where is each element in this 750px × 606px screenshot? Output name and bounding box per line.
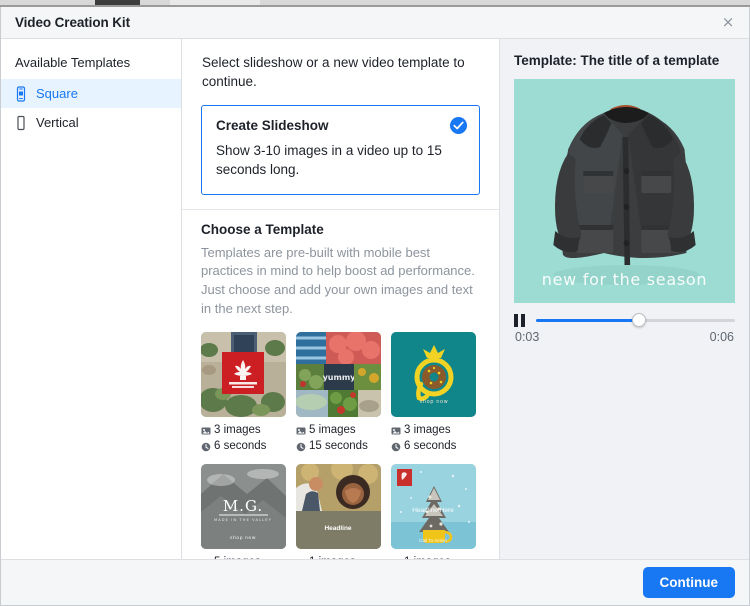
template-thumbnail	[201, 332, 286, 417]
image-icon	[201, 425, 211, 435]
template-grid: 3 images 6 seconds yummy 5 images 15 sec…	[201, 332, 480, 559]
template-image-count: 5 images	[309, 424, 356, 436]
dialog-titlebar: Video Creation Kit ×	[1, 7, 749, 39]
sidebar-header: Available Templates	[15, 55, 131, 70]
template-image-count-row: 5 images	[201, 554, 286, 559]
image-icon	[391, 557, 401, 559]
video-creation-kit-dialog: Video Creation Kit × Available Templates…	[0, 7, 750, 606]
dialog-footer: Continue	[1, 559, 749, 605]
template-card[interactable]: 3 images 6 seconds	[201, 332, 286, 455]
sidebar-item-vertical[interactable]: Vertical	[1, 108, 181, 137]
template-meta: 5 images 15 seconds	[296, 422, 381, 455]
template-card[interactable]: Headline Here Call To Action	[391, 463, 476, 559]
sidebar-item-label: Square	[36, 86, 78, 101]
image-icon	[296, 425, 306, 435]
total-time: 0:06	[709, 330, 734, 344]
template-card[interactable]: M.G. MADE IN THE VALLEY shop now	[201, 463, 286, 559]
square-format-icon	[15, 85, 27, 102]
template-image-count-row: 1 images	[391, 554, 476, 559]
template-meta: 3 images 6 seconds	[201, 422, 286, 455]
donut-cta-text: shop now	[420, 399, 449, 405]
template-meta: 1 images 6 seconds	[391, 554, 476, 559]
preview-title: Template: The title of a template	[514, 53, 720, 68]
image-icon	[296, 557, 306, 559]
monogram-text: M.G.	[223, 497, 263, 515]
progress-handle[interactable]	[632, 313, 647, 327]
template-thumbnail: M.G. MADE IN THE VALLEY shop now	[201, 463, 286, 549]
template-meta: 5 images 15 seconds	[201, 554, 286, 559]
template-image-count: 5 images	[214, 554, 261, 559]
template-duration: 6 seconds	[404, 440, 457, 453]
preview-panel: Template: The title of a template new fo…	[500, 39, 749, 559]
continue-button[interactable]: Continue	[642, 567, 735, 598]
template-image-count-row: 5 images	[296, 422, 381, 438]
template-image-count-row: 1 images	[296, 554, 381, 559]
create-slideshow-description: Show 3-10 images in a video up to 15 sec…	[216, 143, 442, 178]
template-image-count: 3 images	[214, 424, 261, 436]
monogram-subtitle: MADE IN THE VALLEY	[214, 518, 272, 522]
preview-caption: new for the season	[541, 270, 708, 289]
template-duration: 15 seconds	[309, 440, 368, 453]
video-player-controls	[514, 313, 735, 327]
template-card[interactable]: yummy 5 images 15 seconds	[296, 332, 381, 455]
template-duration-row: 6 seconds	[201, 438, 286, 454]
template-thumbnail: Headline Here Call To Action	[391, 463, 476, 549]
sidebar-item-label: Vertical	[36, 115, 79, 130]
browser-chrome-sliver	[0, 0, 750, 7]
progress-fill	[536, 319, 640, 322]
templates-scroll-area[interactable]: Choose a Template Templates are pre-buil…	[182, 210, 499, 559]
create-slideshow-title: Create Slideshow	[216, 118, 329, 134]
choose-template-heading: Choose a Template	[201, 221, 324, 237]
template-thumbnail: yummy	[296, 332, 381, 417]
instruction-text: Select slideshow or a new video template…	[202, 55, 465, 90]
holiday-cta-text: Call To Action	[419, 538, 447, 543]
clock-icon	[201, 441, 211, 452]
create-slideshow-option[interactable]: Create Slideshow Show 3-10 images in a v…	[201, 105, 480, 195]
template-image-count-row: 3 images	[391, 422, 476, 438]
check-circle-icon	[450, 117, 467, 135]
template-image-count-row: 3 images	[201, 422, 286, 438]
pause-icon[interactable]	[514, 313, 527, 327]
monogram-cta: shop now	[230, 535, 256, 541]
template-thumbnail: shop now	[391, 332, 476, 417]
headline-text: Headline	[324, 525, 351, 532]
template-image-count: 3 images	[404, 424, 451, 436]
image-icon	[201, 557, 211, 559]
clock-icon	[391, 441, 401, 452]
template-meta: 3 images 6 seconds	[391, 422, 476, 455]
close-icon[interactable]: ×	[719, 14, 737, 32]
dialog-body: Available Templates Square Vertical Sele…	[1, 39, 749, 559]
template-meta: 1 images 9 seconds	[296, 554, 381, 559]
sidebar: Available Templates Square Vertical	[1, 39, 182, 559]
template-card[interactable]: Headline	[296, 463, 381, 559]
dialog-title: Video Creation Kit	[15, 15, 130, 30]
video-progress-slider[interactable]	[536, 313, 735, 327]
template-duration: 6 seconds	[214, 440, 267, 453]
template-card[interactable]: shop now 3 images 6 seconds	[391, 332, 476, 455]
current-time: 0:03	[515, 330, 540, 344]
choose-template-blurb: Templates are pre-built with mobile best…	[201, 244, 475, 317]
preview-video[interactable]: new for the season	[514, 79, 735, 303]
video-timestamps: 0:03 0:06	[514, 330, 735, 344]
template-duration-row: 6 seconds	[391, 438, 476, 454]
holiday-headline-text: Headline Here	[412, 507, 454, 514]
template-thumbnail: Headline	[296, 463, 381, 549]
image-icon	[391, 425, 401, 435]
clock-icon	[296, 441, 306, 452]
template-duration-row: 15 seconds	[296, 438, 381, 454]
template-image-count: 1 images	[404, 554, 451, 559]
template-chooser-column: Select slideshow or a new video template…	[182, 39, 500, 559]
template-image-count: 1 images	[309, 554, 356, 559]
sidebar-item-square[interactable]: Square	[1, 79, 181, 108]
vertical-format-icon	[15, 115, 27, 131]
svg-text:yummy: yummy	[323, 373, 357, 382]
